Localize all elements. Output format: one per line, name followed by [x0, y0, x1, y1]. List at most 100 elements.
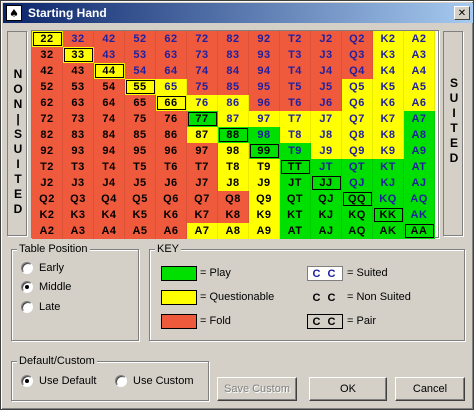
hand-cell-suited[interactable]: K8 — [373, 127, 404, 143]
hand-cell-suited[interactable]: T5 — [280, 79, 311, 95]
hand-cell-non-suited[interactable]: 62 — [32, 95, 63, 111]
hand-cell-non-suited[interactable]: 63 — [63, 95, 94, 111]
hand-cell-non-suited[interactable]: J8 — [218, 175, 249, 191]
hand-cell-suited[interactable]: 52 — [125, 31, 156, 47]
hand-cell-suited[interactable]: 94 — [249, 63, 280, 79]
hand-cell-non-suited[interactable]: 96 — [156, 143, 187, 159]
radio-middle-indicator[interactable] — [21, 281, 33, 293]
hand-cell-non-suited[interactable]: A8 — [218, 223, 249, 239]
hand-cell-non-suited[interactable]: J4 — [94, 175, 125, 191]
hand-cell-suited[interactable]: K7 — [373, 111, 404, 127]
hand-cell-non-suited[interactable]: K5 — [125, 207, 156, 223]
hand-cell-suited[interactable]: J4 — [311, 63, 342, 79]
radio-late[interactable]: Late — [21, 301, 60, 313]
hand-cell-non-suited[interactable]: 85 — [125, 127, 156, 143]
hand-cell-suited[interactable]: 43 — [94, 47, 125, 63]
hand-cell-non-suited[interactable]: A5 — [125, 223, 156, 239]
hand-cell-non-suited[interactable]: A2 — [32, 223, 63, 239]
hand-cell-non-suited[interactable]: QJ — [311, 191, 342, 207]
hand-cell-non-suited[interactable]: 43 — [63, 63, 94, 79]
hand-cell-non-suited[interactable]: K9 — [249, 207, 280, 223]
hand-cell-non-suited[interactable]: KT — [280, 207, 311, 223]
hand-cell-suited[interactable]: 92 — [249, 31, 280, 47]
hand-cell-non-suited[interactable]: J2 — [32, 175, 63, 191]
hand-cell-suited[interactable]: 63 — [156, 47, 187, 63]
hand-cell-suited[interactable]: A2 — [404, 31, 435, 47]
hand-cell-non-suited[interactable]: 54 — [94, 79, 125, 95]
hand-cell-non-suited[interactable]: AQ — [342, 223, 373, 239]
hand-cell-suited[interactable]: JT — [311, 159, 342, 175]
radio-use-default-indicator[interactable] — [21, 375, 33, 387]
hand-cell-suited[interactable]: 76 — [187, 95, 218, 111]
hand-cell-non-suited[interactable]: T6 — [156, 159, 187, 175]
hand-cell-suited[interactable]: Q2 — [342, 31, 373, 47]
hand-cell-suited[interactable]: A3 — [404, 47, 435, 63]
hand-cell-pair[interactable]: QQ — [342, 191, 373, 207]
hand-cell-non-suited[interactable]: Q5 — [125, 191, 156, 207]
hand-cell-non-suited[interactable]: K7 — [187, 207, 218, 223]
hand-cell-suited[interactable]: Q9 — [342, 143, 373, 159]
hand-cell-non-suited[interactable]: K2 — [32, 207, 63, 223]
hand-cell-suited[interactable]: 85 — [218, 79, 249, 95]
hand-cell-suited[interactable]: AK — [404, 207, 435, 223]
hand-cell-pair[interactable]: 22 — [32, 31, 63, 47]
hand-cell-suited[interactable]: J2 — [311, 31, 342, 47]
hand-cell-non-suited[interactable]: JT — [280, 175, 311, 191]
hand-cell-non-suited[interactable]: K4 — [94, 207, 125, 223]
hand-cell-suited[interactable]: AT — [404, 159, 435, 175]
hand-cell-suited[interactable]: KT — [373, 159, 404, 175]
hand-cell-suited[interactable]: 32 — [63, 31, 94, 47]
hand-cell-non-suited[interactable]: 97 — [187, 143, 218, 159]
hand-cell-non-suited[interactable]: J7 — [187, 175, 218, 191]
hand-cell-suited[interactable]: Q6 — [342, 95, 373, 111]
hand-cell-suited[interactable]: 73 — [187, 47, 218, 63]
hand-cell-non-suited[interactable]: K8 — [218, 207, 249, 223]
hand-cell-suited[interactable]: Q3 — [342, 47, 373, 63]
hand-cell-suited[interactable]: K2 — [373, 31, 404, 47]
hand-cell-non-suited[interactable]: Q4 — [94, 191, 125, 207]
hand-cell-non-suited[interactable]: 42 — [32, 63, 63, 79]
hand-cell-suited[interactable]: 72 — [187, 31, 218, 47]
hand-cell-non-suited[interactable]: 52 — [32, 79, 63, 95]
ok-button[interactable]: OK — [309, 377, 387, 401]
hand-cell-suited[interactable]: 62 — [156, 31, 187, 47]
title-bar[interactable]: ♠ Starting Hand ✕ — [3, 3, 473, 23]
hand-cell-non-suited[interactable]: 95 — [125, 143, 156, 159]
hand-cell-suited[interactable]: 86 — [218, 95, 249, 111]
hand-cell-suited[interactable]: 87 — [218, 111, 249, 127]
hand-cell-non-suited[interactable]: T8 — [218, 159, 249, 175]
hand-cell-suited[interactable]: 97 — [249, 111, 280, 127]
hand-cell-non-suited[interactable]: Q2 — [32, 191, 63, 207]
hand-cell-suited[interactable]: K9 — [373, 143, 404, 159]
hand-cell-non-suited[interactable]: J5 — [125, 175, 156, 191]
hand-cell-pair[interactable]: 44 — [94, 63, 125, 79]
hand-cell-suited[interactable]: J9 — [311, 143, 342, 159]
hand-cell-non-suited[interactable]: A7 — [187, 223, 218, 239]
hand-cell-non-suited[interactable]: J9 — [249, 175, 280, 191]
hand-cell-non-suited[interactable]: T7 — [187, 159, 218, 175]
hand-cell-pair[interactable]: 88 — [218, 127, 249, 143]
hand-cell-non-suited[interactable]: 84 — [94, 127, 125, 143]
hand-cell-pair[interactable]: JJ — [311, 175, 342, 191]
radio-late-indicator[interactable] — [21, 301, 33, 313]
hand-cell-suited[interactable]: T6 — [280, 95, 311, 111]
hand-cell-non-suited[interactable]: 73 — [63, 111, 94, 127]
hand-cell-suited[interactable]: QJ — [342, 175, 373, 191]
hand-cell-non-suited[interactable]: A4 — [94, 223, 125, 239]
hand-cell-non-suited[interactable]: Q6 — [156, 191, 187, 207]
hand-cell-suited[interactable]: Q5 — [342, 79, 373, 95]
hand-cell-non-suited[interactable]: 98 — [218, 143, 249, 159]
hand-cell-non-suited[interactable]: AJ — [311, 223, 342, 239]
save-custom-button[interactable]: Save Custom — [217, 377, 297, 401]
hand-cell-non-suited[interactable]: 72 — [32, 111, 63, 127]
hand-cell-suited[interactable]: J5 — [311, 79, 342, 95]
hand-cell-suited[interactable]: 75 — [187, 79, 218, 95]
hand-cell-suited[interactable]: A5 — [404, 79, 435, 95]
hand-cell-non-suited[interactable]: 92 — [32, 143, 63, 159]
hand-cell-suited[interactable]: 93 — [249, 47, 280, 63]
hand-cell-suited[interactable]: T8 — [280, 127, 311, 143]
hand-cell-suited[interactable]: A9 — [404, 143, 435, 159]
hand-cell-non-suited[interactable]: AK — [373, 223, 404, 239]
hand-cell-non-suited[interactable]: 75 — [125, 111, 156, 127]
hand-cell-non-suited[interactable]: QT — [280, 191, 311, 207]
